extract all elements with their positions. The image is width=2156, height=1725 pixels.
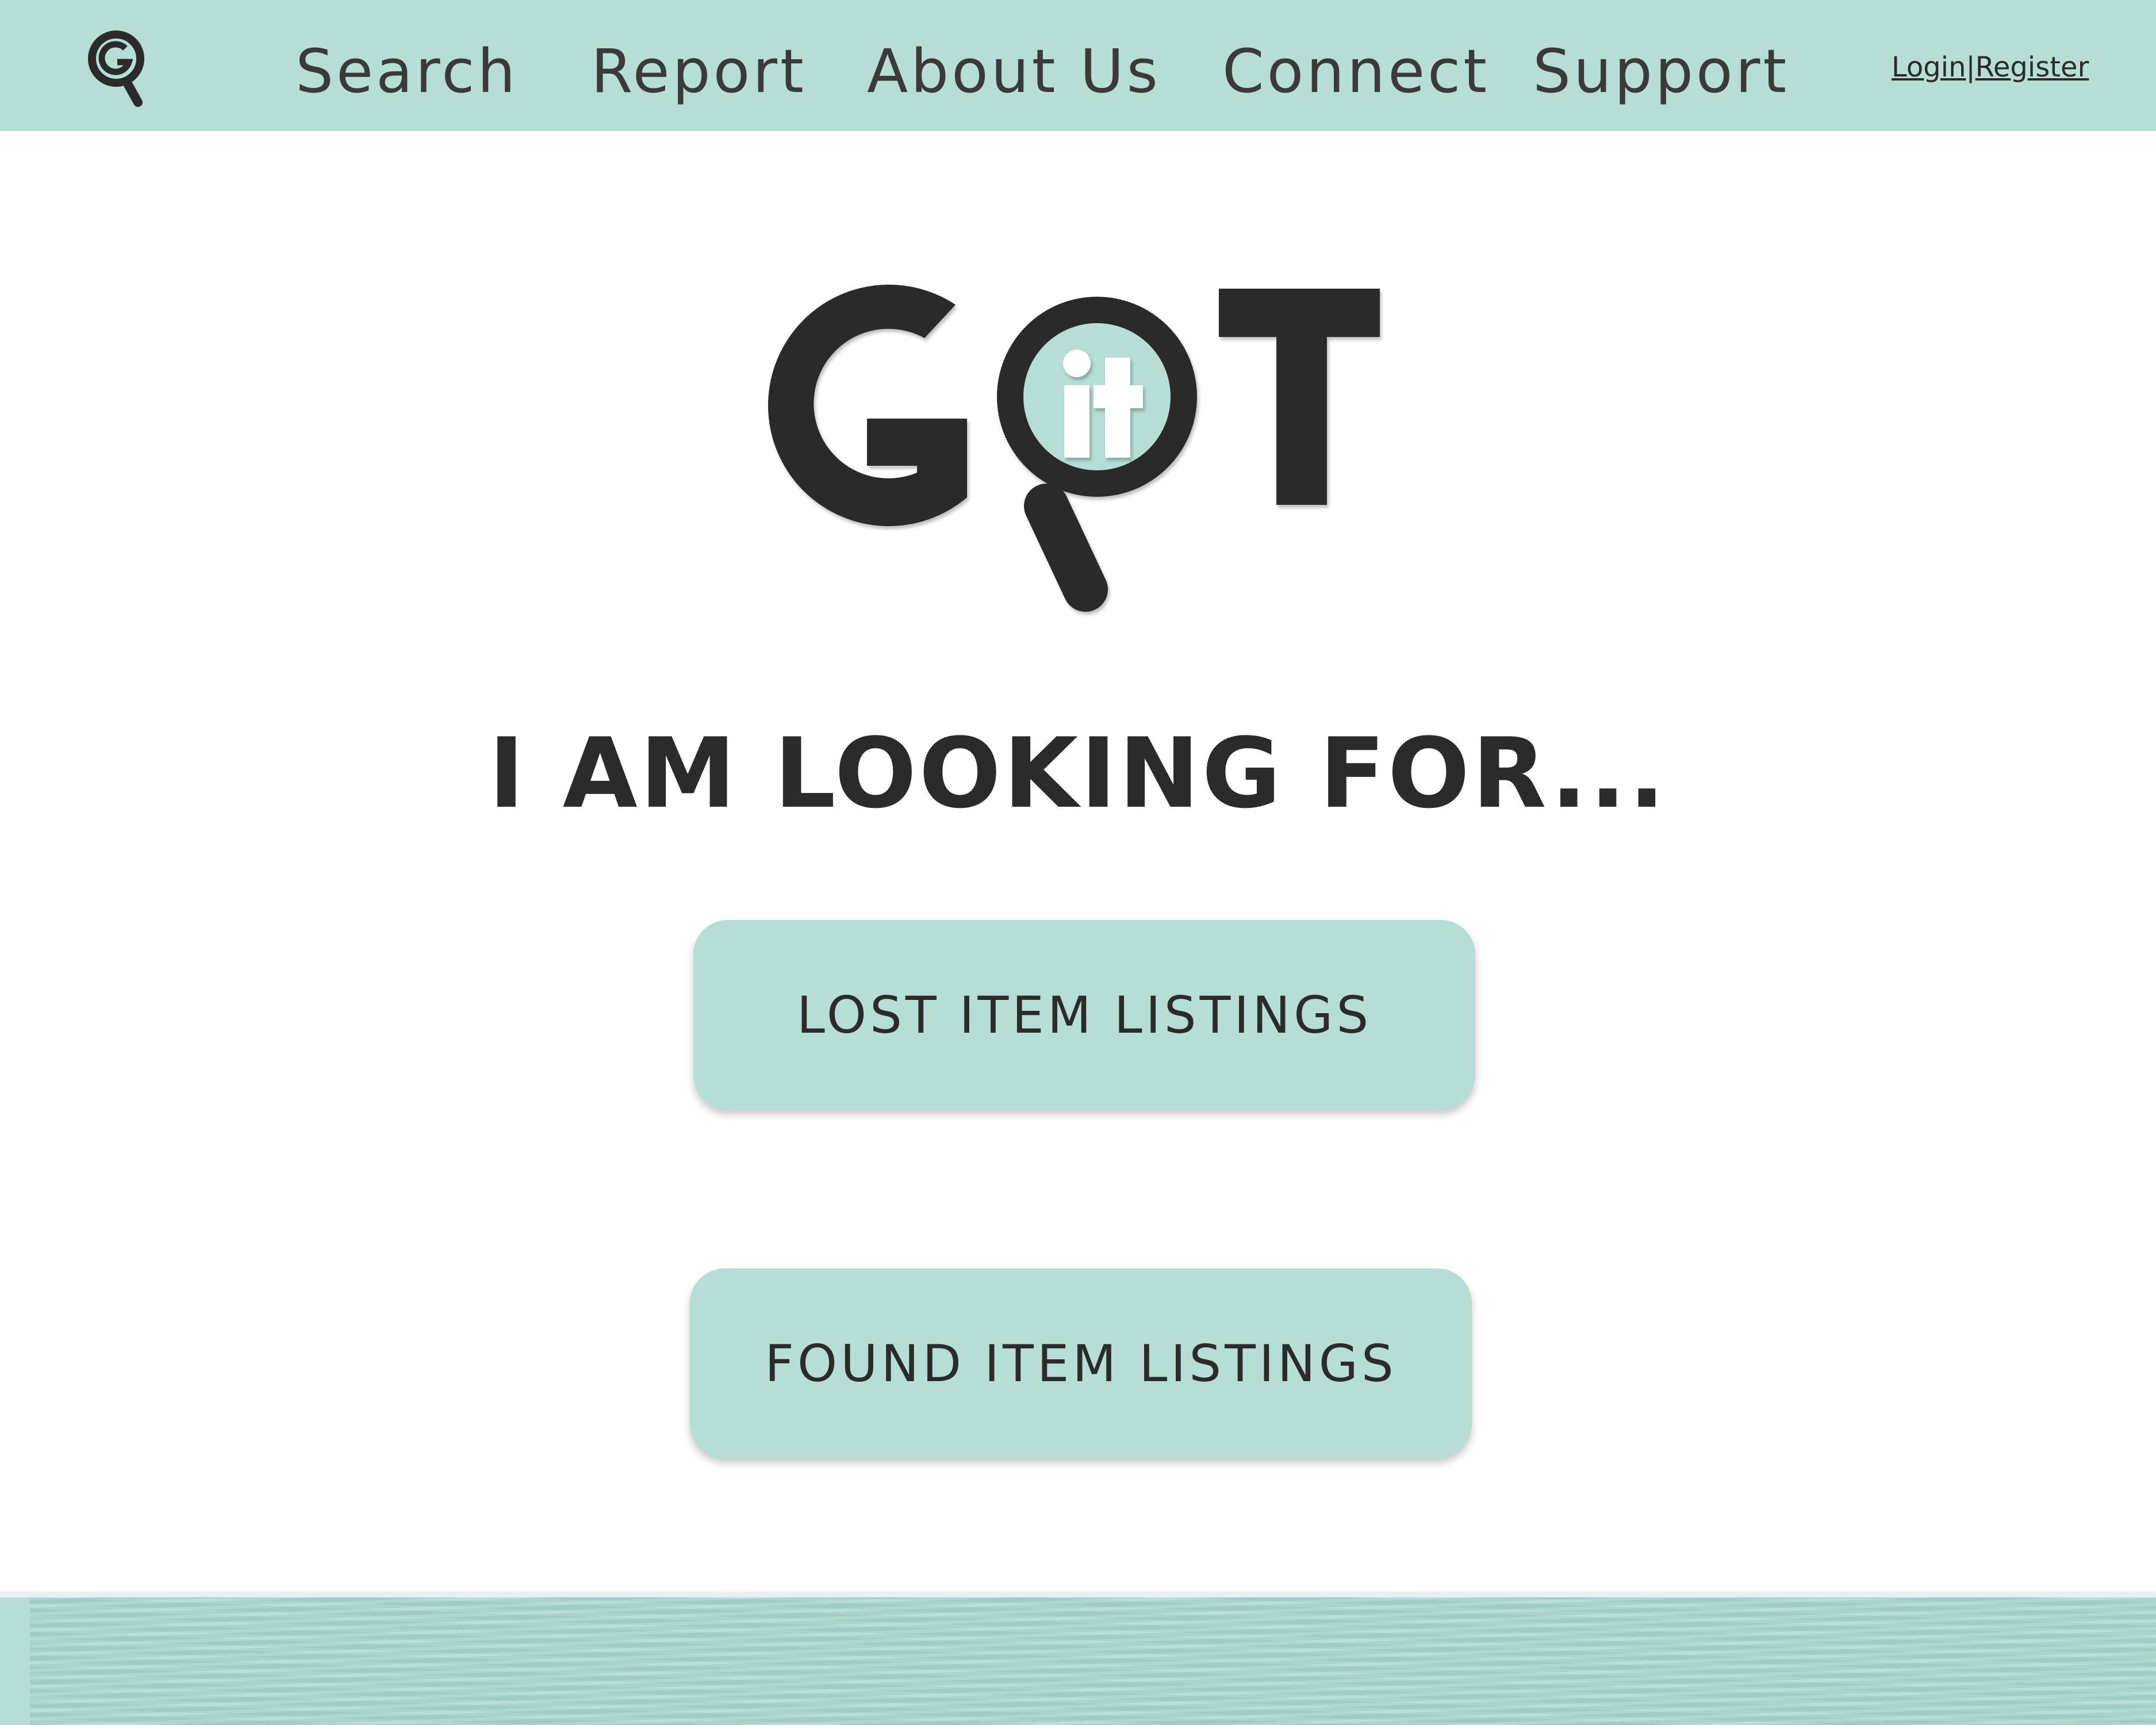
top-navbar: Search Report About Us Connect Support L… (0, 0, 2156, 131)
footer-divider (0, 1592, 2156, 1597)
got-it-logo (742, 270, 1386, 615)
auth-separator: | (1966, 51, 1975, 83)
nav-search-link[interactable]: Search (296, 36, 518, 107)
lost-item-listings-button[interactable]: LOST ITEM LISTINGS (693, 920, 1475, 1110)
login-link[interactable]: Login (1892, 51, 1966, 83)
register-link[interactable]: Register (1975, 51, 2089, 83)
nav-support-link[interactable]: Support (1533, 36, 1789, 107)
footer-edge-strip (0, 1597, 30, 1725)
found-item-listings-button[interactable]: FOUND ITEM LISTINGS (690, 1268, 1472, 1458)
auth-links: Login|Register (1892, 49, 2089, 85)
page-heading: I AM LOOKING FOR... (488, 717, 1668, 830)
nav-report-link[interactable]: Report (591, 36, 807, 107)
nav-connect-link[interactable]: Connect (1222, 36, 1490, 107)
nav-about-us-link[interactable]: About Us (867, 36, 1161, 107)
footer-water-banner (0, 1597, 2156, 1725)
home-logo-icon[interactable] (86, 29, 149, 109)
